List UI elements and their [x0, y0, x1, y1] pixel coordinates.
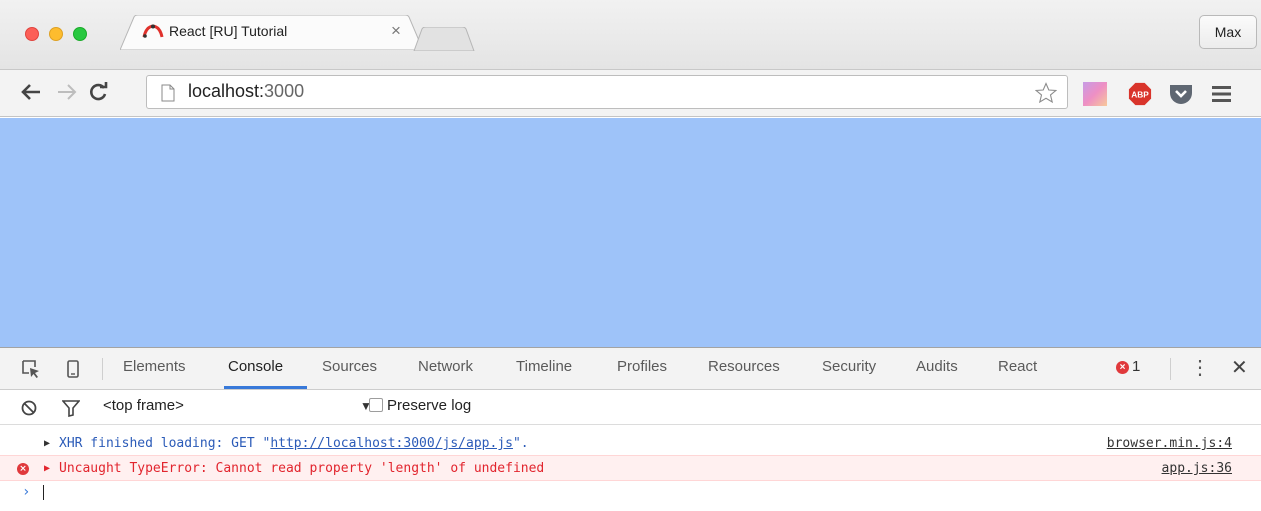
- page-icon: [161, 84, 175, 102]
- svg-text:ABP: ABP: [1131, 90, 1149, 100]
- error-icon: ×: [17, 463, 29, 475]
- close-devtools-icon[interactable]: ✕: [1231, 355, 1248, 380]
- xhr-url-link[interactable]: http://localhost:3000/js/app.js: [270, 436, 513, 451]
- devtools-tabbar: Elements Console Sources Network Timelin…: [0, 348, 1261, 390]
- frame-selector[interactable]: <top frame>: [103, 397, 184, 414]
- browser-toolbar: localhost:3000 ABP: [0, 70, 1261, 117]
- page-viewport[interactable]: [0, 118, 1261, 347]
- close-icon[interactable]: ×: [391, 21, 401, 41]
- adblock-plus-icon[interactable]: ABP: [1127, 82, 1153, 106]
- console-message-error[interactable]: × ▶ Uncaught TypeError: Cannot read prop…: [0, 455, 1261, 481]
- url-port: 3000: [264, 81, 305, 101]
- prompt-chevron-icon: ›: [22, 484, 31, 500]
- back-arrow-icon: [21, 84, 40, 100]
- console-message-xhr[interactable]: ▶ XHR finished loading: GET "http://loca…: [0, 432, 1261, 455]
- tab-elements[interactable]: Elements: [123, 358, 186, 375]
- device-mode-icon[interactable]: [63, 359, 83, 379]
- bookmark-star-icon[interactable]: [1035, 82, 1057, 104]
- devtools-panel: Elements Console Sources Network Timelin…: [0, 347, 1261, 511]
- error-icon: ×: [1116, 361, 1129, 374]
- close-window-button[interactable]: [25, 27, 39, 41]
- tab-audits[interactable]: Audits: [916, 358, 958, 375]
- more-options-icon[interactable]: ⋮: [1190, 355, 1210, 380]
- xhr-message: XHR finished loading: GET "http://localh…: [59, 432, 529, 455]
- zoom-window-button[interactable]: [73, 27, 87, 41]
- preserve-log-option[interactable]: Preserve log: [367, 397, 471, 414]
- address-bar[interactable]: localhost:3000: [146, 75, 1068, 109]
- text-cursor: [43, 485, 44, 500]
- expand-triangle-icon[interactable]: ▶: [44, 432, 50, 455]
- tab-sources[interactable]: Sources: [322, 358, 377, 375]
- forward-button[interactable]: [53, 78, 81, 106]
- color-swatch-icon[interactable]: [1083, 82, 1109, 106]
- tab-network[interactable]: Network: [418, 358, 473, 375]
- tab-timeline[interactable]: Timeline: [516, 358, 572, 375]
- menu-icon[interactable]: [1209, 82, 1235, 106]
- new-tab-button[interactable]: [410, 27, 476, 51]
- console-prompt[interactable]: ›: [0, 481, 1261, 504]
- address-url[interactable]: localhost:3000: [188, 81, 304, 102]
- tab-security[interactable]: Security: [822, 358, 876, 375]
- active-tab-indicator: [224, 386, 307, 389]
- error-source-link[interactable]: app.js:36: [1162, 456, 1232, 482]
- error-counter[interactable]: × 1: [1116, 358, 1140, 375]
- pocket-icon[interactable]: [1168, 82, 1194, 106]
- reload-icon: [90, 82, 108, 101]
- back-button[interactable]: [17, 78, 45, 106]
- xhr-source-link[interactable]: browser.min.js:4: [1107, 432, 1232, 455]
- filter-icon[interactable]: [62, 400, 80, 417]
- tab-resources[interactable]: Resources: [708, 358, 780, 375]
- inspect-element-icon[interactable]: [21, 359, 41, 379]
- tab-title: React [RU] Tutorial: [169, 23, 288, 39]
- reload-button[interactable]: [84, 78, 112, 106]
- tab-react[interactable]: React: [998, 358, 1037, 375]
- url-host: localhost:: [188, 81, 265, 101]
- toolbar-divider: [102, 358, 103, 380]
- preserve-log-checkbox[interactable]: [369, 398, 383, 412]
- minimize-window-button[interactable]: [49, 27, 63, 41]
- tab-console[interactable]: Console: [228, 358, 283, 375]
- tab-strip: React [RU] Tutorial × Max: [0, 0, 1261, 70]
- expand-triangle-icon[interactable]: ▶: [44, 456, 50, 482]
- preserve-log-label: Preserve log: [387, 397, 472, 414]
- xhr-prefix: XHR finished loading: GET ": [59, 436, 271, 451]
- error-message: Uncaught TypeError: Cannot read property…: [59, 461, 545, 476]
- xhr-suffix: ".: [512, 436, 529, 451]
- console-filter-bar: <top frame> ▼ Preserve log: [0, 390, 1261, 425]
- toolbar-divider: [1170, 358, 1171, 380]
- error-count: 1: [1132, 358, 1141, 375]
- forward-arrow-icon: [58, 84, 77, 100]
- clear-console-icon[interactable]: [21, 400, 37, 416]
- profile-button[interactable]: Max: [1199, 15, 1257, 49]
- tab-profiles[interactable]: Profiles: [617, 358, 667, 375]
- browser-tab[interactable]: React [RU] Tutorial ×: [120, 15, 423, 50]
- react-ru-icon: [142, 24, 164, 38]
